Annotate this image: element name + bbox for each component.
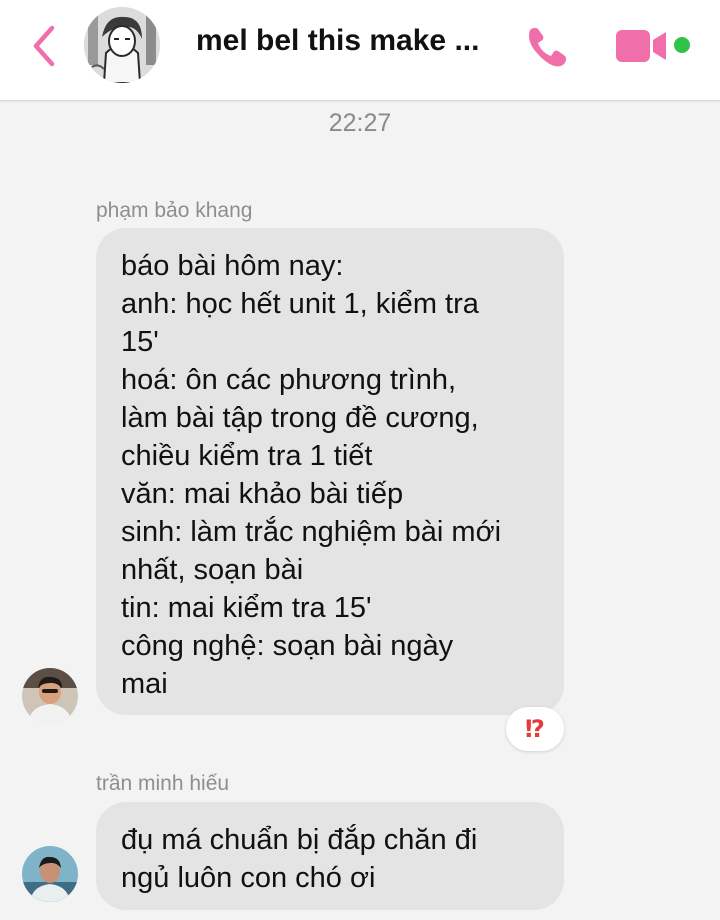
video-camera-icon bbox=[616, 30, 666, 62]
message-bubble[interactable]: đụ má chuẩn bị đắp chăn đi ngủ luôn con … bbox=[96, 802, 564, 910]
chevron-left-icon bbox=[33, 25, 55, 67]
interrobang-icon: ⁉ bbox=[525, 715, 545, 743]
chat-title[interactable]: mel bel this make ... bbox=[196, 24, 496, 58]
sender-avatar[interactable] bbox=[22, 846, 78, 902]
voice-call-button[interactable] bbox=[522, 22, 570, 70]
group-avatar[interactable] bbox=[84, 7, 160, 83]
chat-header: mel bel this make ... bbox=[0, 0, 720, 101]
message-bubble[interactable]: báo bài hôm nay: anh: học hết unit 1, ki… bbox=[96, 228, 564, 715]
sender-name: phạm bảo khang bbox=[96, 199, 253, 222]
reaction-badge[interactable]: ⁉ bbox=[506, 707, 564, 751]
online-status-dot bbox=[674, 37, 690, 53]
back-button[interactable] bbox=[26, 22, 66, 70]
message-timestamp: 22:27 bbox=[328, 109, 392, 137]
video-call-button[interactable] bbox=[614, 28, 670, 64]
phone-icon bbox=[529, 27, 567, 67]
sender-avatar[interactable] bbox=[22, 668, 78, 724]
sender-name: trần minh hiếu bbox=[96, 772, 230, 795]
